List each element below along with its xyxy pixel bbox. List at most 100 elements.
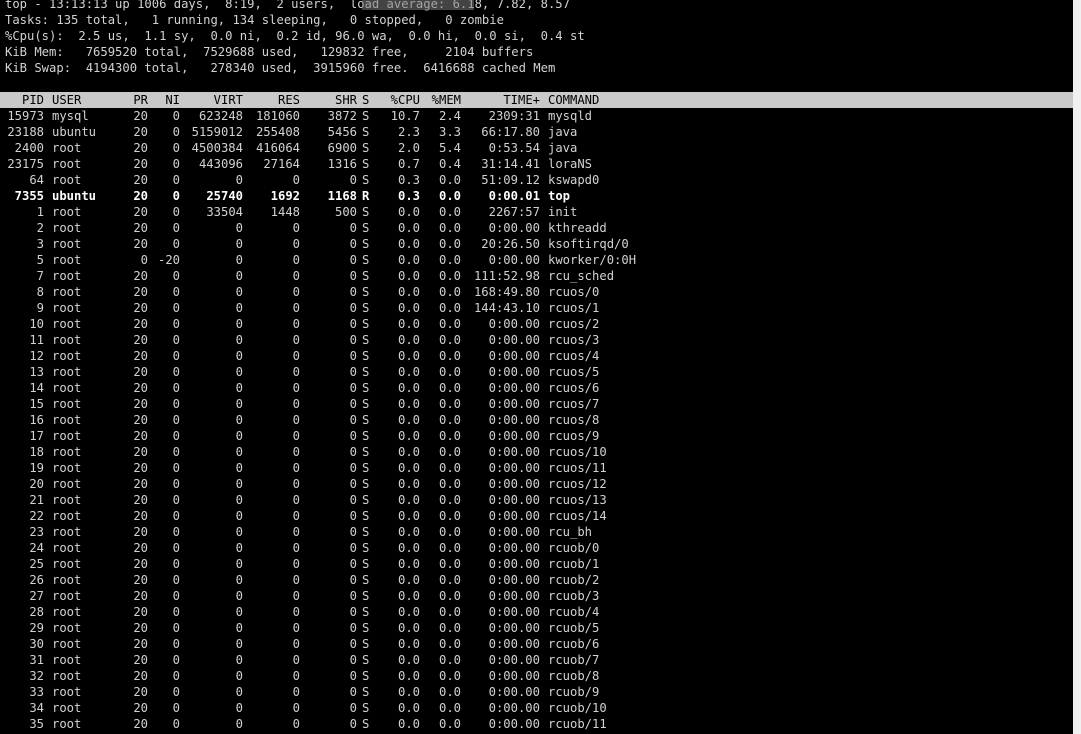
cell-state: S xyxy=(362,301,370,315)
cell-ni: -20 xyxy=(157,253,180,267)
cell-command: rcuos/12 xyxy=(548,477,607,491)
cell-state: S xyxy=(362,445,370,459)
process-row: 28 root 20 0 0 0 0 S 0.0 0.0 0:00.00 rcuob/4 xyxy=(0,604,1081,620)
cell-pr: 20 xyxy=(133,381,148,395)
process-row: 1 root 20 0 33504 1448 500 S 0.0 0.0 2267:57 init xyxy=(0,204,1081,220)
cell-virt: 0 xyxy=(235,685,243,699)
cell-mem: 0.0 xyxy=(438,509,461,523)
cell-pr: 20 xyxy=(133,221,148,235)
cell-state: S xyxy=(362,461,370,475)
cell-ni: 0 xyxy=(172,237,180,251)
cell-mem: 0.0 xyxy=(438,653,461,667)
cell-state: S xyxy=(362,285,370,299)
cell-cpu: 0.0 xyxy=(397,269,420,283)
cell-cpu: 0.0 xyxy=(397,413,420,427)
cell-cpu: 0.0 xyxy=(397,493,420,507)
cell-command: rcuos/0 xyxy=(548,285,600,299)
cell-command: rcuob/1 xyxy=(548,557,600,571)
cell-virt: 0 xyxy=(235,637,243,651)
cell-pr: 20 xyxy=(133,621,148,635)
cell-time: 31:14.41 xyxy=(481,157,540,171)
cell-shr: 0 xyxy=(349,445,357,459)
cell-command: rcuos/5 xyxy=(548,365,600,379)
cell-pr: 20 xyxy=(133,189,148,203)
cell-res: 0 xyxy=(292,301,300,315)
cell-mem: 0.0 xyxy=(438,301,461,315)
cell-time: 0:00.01 xyxy=(488,189,540,203)
cell-mem: 0.4 xyxy=(438,157,461,171)
cell-pid: 26 xyxy=(29,573,44,587)
cell-command: rcuob/7 xyxy=(548,653,600,667)
cell-state: S xyxy=(362,333,370,347)
process-row: 2400 root 20 0 4500384 416064 6900 S 2.0 5.4 0:53.… xyxy=(0,140,1081,156)
cell-shr: 0 xyxy=(349,317,357,331)
cell-cpu: 0.0 xyxy=(397,333,420,347)
cell-time: 0:00.00 xyxy=(488,349,540,363)
col-state: S xyxy=(362,93,370,107)
cell-time: 0:00.00 xyxy=(488,397,540,411)
cell-time: 0:00.00 xyxy=(488,461,540,475)
cell-shr: 0 xyxy=(349,221,357,235)
cell-mem: 0.0 xyxy=(438,573,461,587)
cell-time: 111:52.98 xyxy=(473,269,540,283)
cell-command: mysqld xyxy=(548,109,593,123)
cell-virt: 0 xyxy=(235,269,243,283)
col-ni: NI xyxy=(165,93,180,107)
cell-virt: 0 xyxy=(235,701,243,715)
cell-state: S xyxy=(362,237,370,251)
cell-pr: 20 xyxy=(133,685,148,699)
cell-shr: 0 xyxy=(349,253,357,267)
cell-pr: 20 xyxy=(133,605,148,619)
cell-cpu: 0.0 xyxy=(397,445,420,459)
cell-mem: 0.0 xyxy=(438,557,461,571)
cell-state: S xyxy=(362,429,370,443)
cell-shr: 6900 xyxy=(327,141,357,155)
process-row: 34 root 20 0 0 0 0 S 0.0 0.0 0:00.00 rcuob/10 xyxy=(0,700,1081,716)
cell-state: S xyxy=(362,605,370,619)
cell-pr: 20 xyxy=(133,557,148,571)
cell-cpu: 0.0 xyxy=(397,653,420,667)
cell-res: 0 xyxy=(292,237,300,251)
cell-pr: 20 xyxy=(133,701,148,715)
cell-shr: 0 xyxy=(349,381,357,395)
cell-shr: 0 xyxy=(349,413,357,427)
cell-command: rcuos/11 xyxy=(548,461,607,475)
cell-ni: 0 xyxy=(172,589,180,603)
process-row: 8 root 20 0 0 0 0 S 0.0 0.0 168:49.80 rcuos/0 xyxy=(0,284,1081,300)
scrollbar[interactable] xyxy=(1073,0,1081,734)
process-row: 23188 ubuntu 20 0 5159012 255408 5456 S 2.3 3.3 66… xyxy=(0,124,1081,140)
cell-time: 0:00.00 xyxy=(488,413,540,427)
cell-mem: 0.0 xyxy=(438,237,461,251)
cell-shr: 1168 xyxy=(327,189,357,203)
cell-pid: 10 xyxy=(29,317,44,331)
cell-state: S xyxy=(362,637,370,651)
cell-shr: 0 xyxy=(349,397,357,411)
cell-shr: 0 xyxy=(349,653,357,667)
cell-pid: 5 xyxy=(36,253,44,267)
cell-pid: 15973 xyxy=(7,109,44,123)
cell-time: 0:00.00 xyxy=(488,621,540,635)
process-row: 24 root 20 0 0 0 0 S 0.0 0.0 0:00.00 rcuob/0 xyxy=(0,540,1081,556)
cell-time: 0:00.00 xyxy=(488,317,540,331)
cell-shr: 0 xyxy=(349,509,357,523)
cell-command: java xyxy=(548,125,578,139)
cell-state: S xyxy=(362,477,370,491)
cell-pr: 20 xyxy=(133,717,148,731)
cell-pid: 25 xyxy=(29,557,44,571)
terminal-window[interactable]: top - 13:13:13 up 1006 days, 8:19, 2 use… xyxy=(0,0,1081,734)
cell-pid: 19 xyxy=(29,461,44,475)
cell-ni: 0 xyxy=(172,573,180,587)
cell-cpu: 0.0 xyxy=(397,573,420,587)
process-row: 35 root 20 0 0 0 0 S 0.0 0.0 0:00.00 rcuob/11 xyxy=(0,716,1081,732)
cell-state: S xyxy=(362,557,370,571)
cell-mem: 0.0 xyxy=(438,317,461,331)
cell-res: 1448 xyxy=(270,205,300,219)
cell-state: S xyxy=(362,141,370,155)
cell-time: 0:00.00 xyxy=(488,589,540,603)
cell-shr: 0 xyxy=(349,557,357,571)
cell-mem: 0.0 xyxy=(438,253,461,267)
cell-state: S xyxy=(362,525,370,539)
process-row: 2 root 20 0 0 0 0 S 0.0 0.0 0:00.00 kthreadd xyxy=(0,220,1081,236)
cell-time: 0:00.00 xyxy=(488,541,540,555)
cell-shr: 3872 xyxy=(327,109,357,123)
